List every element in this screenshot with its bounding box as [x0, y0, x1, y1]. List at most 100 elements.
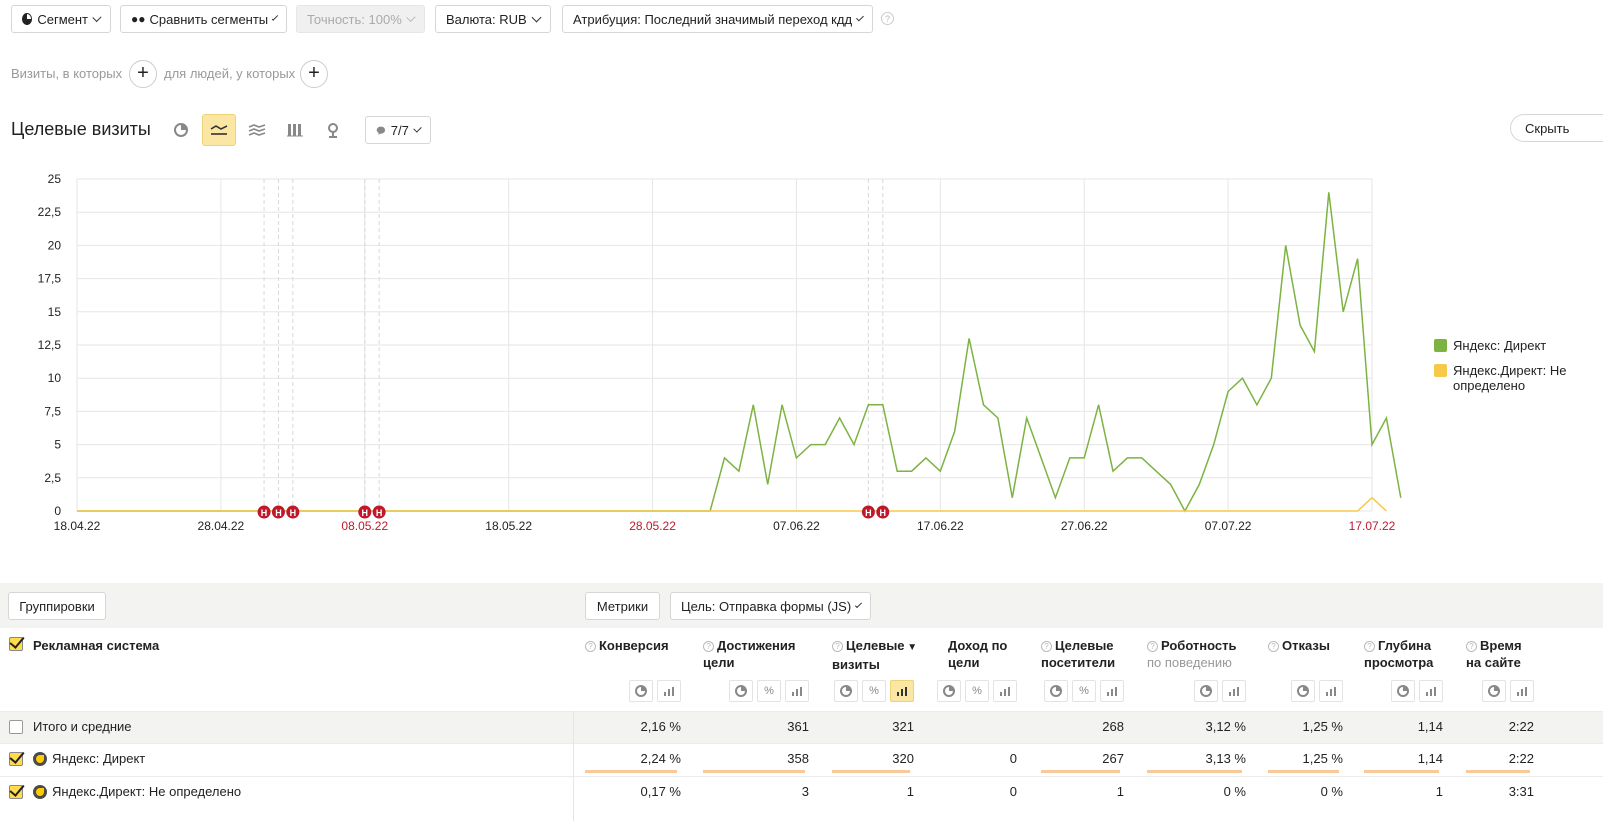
share-bar	[585, 770, 677, 773]
attribution-select[interactable]: Атрибуция: Последний значимый переход кд…	[562, 5, 873, 33]
map-chart-button[interactable]	[316, 114, 350, 146]
segment-label: Сегмент	[37, 11, 88, 27]
pie-toggle-icon[interactable]	[937, 680, 961, 702]
column-header-sublabel: цели	[948, 655, 980, 670]
pie-toggle-icon[interactable]	[1482, 680, 1506, 702]
percent-toggle-icon[interactable]: %	[862, 680, 886, 702]
help-icon[interactable]: ?	[1268, 641, 1279, 652]
percent-toggle-icon[interactable]: %	[757, 680, 781, 702]
help-icon[interactable]: ?	[703, 641, 714, 652]
pie-toggle-icon[interactable]	[1194, 680, 1218, 702]
compare-icon: ●●	[131, 12, 146, 26]
pie-chart-button[interactable]	[164, 114, 198, 146]
help-icon[interactable]: ?	[832, 641, 843, 652]
column-header-label: Отказы	[1282, 638, 1330, 653]
column-header[interactable]: ? Целевые ▼ визиты	[832, 637, 917, 673]
add-visits-filter-button[interactable]: +	[129, 60, 157, 88]
row-name[interactable]: Яндекс.Директ: Не определено	[52, 784, 241, 799]
column-header[interactable]: ? Конверсия	[585, 637, 669, 654]
chart-area: 0 2,5 5 7,5 10 12,5 15 17,5 20 22,5 25 18.04.22 28.0…	[0, 160, 1420, 548]
table-cell: 0 %	[1320, 784, 1343, 799]
table-cell: 3:31	[1508, 784, 1534, 799]
bar-toggle-icon[interactable]	[890, 680, 914, 702]
currency-select[interactable]: Валюта: RUB	[435, 5, 551, 33]
area-chart-button[interactable]	[240, 114, 274, 146]
column-header[interactable]: Доход по цели	[948, 637, 1007, 671]
percent-toggle-icon[interactable]: %	[1072, 680, 1096, 702]
yandex-logo-icon	[33, 752, 47, 766]
column-header[interactable]: ? Отказы	[1268, 637, 1330, 654]
help-icon[interactable]: ?	[1041, 641, 1052, 652]
column-header[interactable]: ? Время на сайте	[1466, 637, 1522, 671]
percent-toggle-icon[interactable]: %	[965, 680, 989, 702]
pie-toggle-icon[interactable]	[629, 680, 653, 702]
column-view-toggles: %	[834, 680, 914, 702]
bar-toggle-icon[interactable]	[1419, 680, 1443, 702]
column-view-toggles	[1291, 680, 1343, 702]
column-header-title: ? Отказы	[1268, 637, 1330, 654]
dimension-header[interactable]: Рекламная система	[33, 637, 159, 654]
bar-toggle-icon[interactable]	[1510, 680, 1534, 702]
help-icon[interactable]: ?	[1364, 641, 1375, 652]
pie-toggle-icon[interactable]	[729, 680, 753, 702]
add-people-filter-button[interactable]: +	[300, 60, 328, 88]
column-header[interactable]: ? Достижения цели	[703, 637, 795, 671]
bar-toggle-icon[interactable]	[657, 680, 681, 702]
column-view-toggles	[1194, 680, 1246, 702]
table-cell: 361	[787, 719, 809, 734]
sort-desc-icon[interactable]: ▼	[905, 642, 917, 653]
pie-toggle-icon[interactable]	[834, 680, 858, 702]
bar-toggle-icon[interactable]	[1222, 680, 1246, 702]
legend-swatch	[1434, 339, 1447, 352]
row-checkbox[interactable]	[9, 720, 23, 734]
x-tick-label: 07.06.22	[773, 519, 820, 533]
metrics-button[interactable]: Метрики	[585, 592, 660, 620]
line-chart-button[interactable]	[202, 114, 236, 146]
table-cell: 2:22	[1508, 751, 1534, 766]
row-checkbox[interactable]	[9, 752, 23, 766]
accuracy-select[interactable]: Точность: 100%	[296, 5, 425, 33]
help-icon[interactable]: ?	[1466, 641, 1477, 652]
series-line-0	[77, 192, 1402, 513]
table-cell: 3	[801, 784, 809, 799]
column-header-title: ? Роботность	[1147, 637, 1237, 654]
column-header[interactable]: ? Глубина просмотра	[1364, 637, 1433, 671]
column-header-title: ? Время	[1466, 637, 1522, 654]
bar-chart-button[interactable]	[278, 114, 312, 146]
table-cell: 268	[1102, 719, 1124, 734]
line-chart-icon	[210, 125, 228, 135]
column-header-sublabel: визиты	[832, 657, 880, 672]
hide-chart-button[interactable]: Скрыть	[1510, 114, 1603, 142]
annotation-marker-label: Н	[880, 508, 887, 518]
visits-filter-label: Визиты, в которых	[11, 66, 123, 81]
segment-button[interactable]: Сегмент	[11, 5, 111, 33]
column-header-label: Глубина	[1378, 638, 1432, 653]
annotation-marker-label: Н	[290, 508, 297, 518]
pie-toggle-icon[interactable]	[1291, 680, 1315, 702]
bar-toggle-icon[interactable]	[1319, 680, 1343, 702]
row-checkbox[interactable]	[9, 785, 23, 799]
pie-icon	[22, 13, 33, 25]
column-header[interactable]: ? Роботность по поведению	[1147, 637, 1237, 671]
help-icon[interactable]: ?	[585, 641, 596, 652]
column-header[interactable]: ? Целевые посетители	[1041, 637, 1115, 671]
column-header-title: ? Достижения	[703, 637, 795, 654]
table-cell: 320	[892, 751, 914, 766]
groupings-button[interactable]: Группировки	[8, 592, 106, 620]
help-icon[interactable]: ?	[881, 12, 894, 25]
chevron-down-icon	[406, 12, 416, 22]
compare-segments-button[interactable]: ●● Сравнить сегменты	[120, 5, 287, 33]
share-bar	[1041, 770, 1120, 773]
annotations-button[interactable]: 7/7	[365, 116, 431, 144]
select-all-checkbox[interactable]	[9, 637, 23, 651]
row-name[interactable]: Яндекс: Директ	[52, 751, 145, 766]
bar-toggle-icon[interactable]	[785, 680, 809, 702]
bar-toggle-icon[interactable]	[1100, 680, 1124, 702]
bar-toggle-icon[interactable]	[993, 680, 1017, 702]
pie-toggle-icon[interactable]	[1391, 680, 1415, 702]
column-view-toggles	[629, 680, 681, 702]
column-header-sublabel: на сайте	[1466, 655, 1521, 670]
help-icon[interactable]: ?	[1147, 641, 1158, 652]
goal-select[interactable]: Цель: Отправка формы (JS)	[670, 592, 871, 620]
pie-toggle-icon[interactable]	[1044, 680, 1068, 702]
